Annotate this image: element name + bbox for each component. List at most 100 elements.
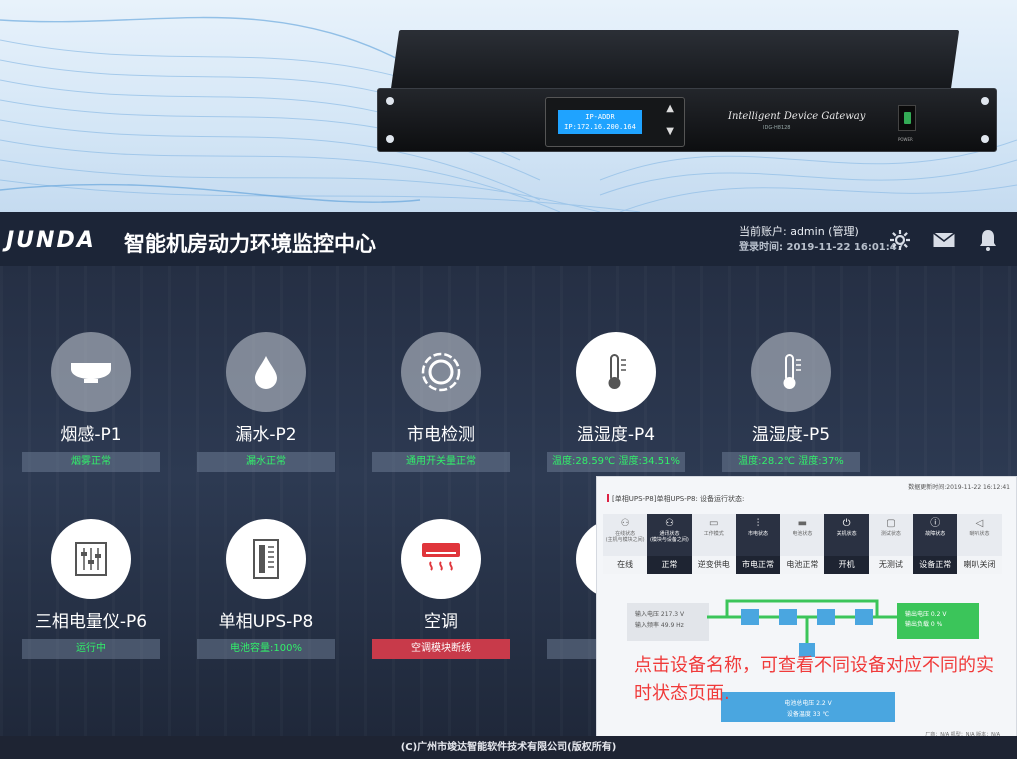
rack-hole	[386, 135, 394, 143]
status-cell-buzzer: ◁ 喇叭状态 喇叭关闭	[957, 514, 1002, 574]
cell-label: 故障状态	[925, 531, 946, 537]
thermometer-icon	[608, 354, 626, 389]
power-switch-icon	[898, 105, 916, 131]
status-cell-mains: ⫶ 市电状态 市电正常	[735, 514, 781, 574]
tile-icon-circle	[226, 332, 306, 412]
alert-icon: ⓘ	[930, 518, 941, 529]
rack-hole	[981, 135, 989, 143]
cell-value: 设备正常	[913, 556, 958, 574]
device-tile-water-leak[interactable]: 漏水-P2 漏水正常	[195, 332, 337, 482]
tile-status: 温度:28.2℃ 湿度:37%	[722, 452, 860, 472]
device-tile-mains[interactable]: 市电检测 通用开关量正常	[370, 332, 512, 482]
company-logo: JUNDA	[6, 228, 96, 253]
smoke-detector-icon	[71, 363, 111, 383]
water-drop-icon	[255, 356, 277, 389]
tile-status: 运行中	[22, 639, 160, 659]
cell-label: 工作模式	[703, 531, 724, 537]
cell-value: 逆变供电	[691, 556, 736, 574]
battery-icon: ▬	[797, 518, 808, 529]
device-model: IDG-H8128	[763, 125, 791, 131]
tile-icon-circle	[401, 332, 481, 412]
mail-icon[interactable]	[932, 228, 956, 252]
input-readings: 输入电压 217.3 V 输入频率 49.9 Hz	[627, 603, 709, 641]
status-cell-comm: ⚇ 通讯状态 (模块与设备之间) 正常	[647, 514, 692, 574]
tile-title[interactable]: 空调	[370, 607, 512, 632]
cell-label: 关机状态	[836, 531, 857, 537]
cell-label: 喇叭状态	[969, 531, 990, 537]
device-tile-air-conditioner[interactable]: 空调 空调模块断线	[370, 519, 512, 669]
tile-title[interactable]: 三相电量仪-P6	[20, 607, 162, 632]
network-icon: ⚇	[664, 518, 674, 529]
input-frequency: 输入频率 49.9 Hz	[635, 622, 684, 629]
tile-status: 温度:28.59℃ 湿度:34.51%	[547, 452, 685, 472]
status-cell-shutdown: ⏻ 关机状态 开机	[824, 514, 869, 574]
battery-icon: ▭	[709, 518, 719, 529]
meter-icon	[75, 542, 107, 576]
tile-title[interactable]: 温湿度-P5	[720, 420, 862, 445]
cell-value: 喇叭关闭	[957, 556, 1002, 574]
cell-label: 市电状态	[748, 531, 769, 537]
output-voltage: 输出电压 0.2 V	[905, 611, 947, 618]
tile-status: 烟雾正常	[22, 452, 160, 472]
instruction-annotation: 点击设备名称，可查看不同设备对应不同的实时状态页面.	[634, 655, 994, 704]
status-cell-test: ▢ 测试状态 无测试	[868, 514, 914, 574]
tile-title[interactable]: 温湿度-P4	[545, 420, 687, 445]
gear-icon[interactable]	[888, 228, 912, 252]
cell-sublabel: (模块与设备之间)	[649, 537, 689, 543]
arrow-down-icon: ▼	[666, 126, 674, 137]
input-voltage: 输入电压 217.3 V	[635, 611, 685, 618]
cell-label: 电池状态	[792, 531, 813, 537]
device-tile-temp-humidity-p5[interactable]: 温湿度-P5 温度:28.2℃ 湿度:37%	[720, 332, 862, 482]
tile-title[interactable]: 单相UPS-P8	[195, 607, 337, 632]
tile-status: 通用开关量正常	[372, 452, 510, 472]
rack-hole	[386, 97, 394, 105]
top-header: JUNDA 智能机房动力环境监控中心 当前账户: admin (管理) 登录时间…	[0, 212, 1017, 266]
tile-icon-circle	[576, 332, 656, 412]
speaker-icon: ◁	[975, 518, 984, 529]
status-grid: ⚇ 在线状态 (主机与模块之间) 在线 ⚇ 通讯状态 (模块与设备之间) 正常 ▭ 工作模…	[603, 514, 1002, 574]
sliders-icon: ⫶	[756, 518, 760, 529]
tile-icon-circle	[226, 519, 306, 599]
login-time: 登录时间: 2019-11-22 16:01:47	[739, 242, 904, 253]
cell-value: 正常	[647, 556, 692, 574]
tile-title[interactable]: 烟感-P1	[20, 420, 162, 445]
tile-title[interactable]: 漏水-P2	[195, 420, 337, 445]
cell-value: 在线	[603, 556, 648, 574]
arrow-up-icon: ▲	[666, 103, 674, 114]
lcd-display: IP-ADDR IP:172.16.200.164	[558, 110, 642, 134]
device-front-panel: IP-ADDR IP:172.16.200.164 ▲ ▼ Intelligen…	[377, 88, 997, 152]
status-cell-mode: ▭ 工作模式 逆变供电	[691, 514, 736, 574]
tile-icon-circle	[751, 332, 831, 412]
tile-icon-circle	[51, 332, 131, 412]
status-cell-fault: ⓘ 故障状态 设备正常	[913, 514, 958, 574]
device-top-panel	[390, 30, 960, 90]
ups-flow-diagram	[707, 599, 897, 657]
app-screen: IP-ADDR IP:172.16.200.164 ▲ ▼ Intelligen…	[0, 0, 1017, 759]
device-tile-ups[interactable]: 单相UPS-P8 电池容量:100%	[195, 519, 337, 669]
status-cell-online: ⚇ 在线状态 (主机与模块之间) 在线	[603, 514, 648, 574]
gateway-device-image: IP-ADDR IP:172.16.200.164 ▲ ▼ Intelligen…	[377, 30, 997, 154]
rack-hole	[981, 97, 989, 105]
device-tile-temp-humidity-p4[interactable]: 温湿度-P4 温度:28.59℃ 湿度:34.51%	[545, 332, 687, 482]
bell-icon[interactable]	[976, 228, 1000, 252]
tile-title[interactable]: 市电检测	[370, 420, 512, 445]
terminal-icon: ▢	[886, 518, 896, 529]
device-tile-smoke[interactable]: 烟感-P1 烟雾正常	[20, 332, 162, 482]
cell-label: 测试状态	[880, 531, 901, 537]
device-tile-power-meter[interactable]: 三相电量仪-P6 运行中	[20, 519, 162, 669]
data-update-time: 数据更新时间:2019-11-22 16:12:41	[908, 484, 1010, 491]
power-ring-icon	[421, 352, 461, 392]
tile-status-alarm: 空调模块断线	[372, 639, 510, 659]
output-load: 输出负载 0 %	[905, 621, 943, 628]
network-icon: ⚇	[620, 518, 630, 529]
air-conditioner-icon	[422, 543, 460, 571]
cell-value: 电池正常	[780, 556, 825, 574]
output-readings: 输出电压 0.2 V 输出负载 0 %	[897, 603, 979, 639]
system-title: 智能机房动力环境监控中心	[124, 232, 376, 256]
cell-value: 开机	[824, 556, 869, 574]
cell-sublabel: (主机与模块之间)	[605, 537, 645, 543]
panel-title: [单相UPS-P8]单相UPS-P8: 设备运行状态:	[607, 494, 744, 504]
device-name: Intelligent Device Gateway	[728, 111, 866, 122]
current-account: 当前账户: admin (管理)	[739, 225, 859, 238]
copyright-footer: (C)广州市竣达智能软件技术有限公司(版权所有)	[0, 736, 1017, 759]
